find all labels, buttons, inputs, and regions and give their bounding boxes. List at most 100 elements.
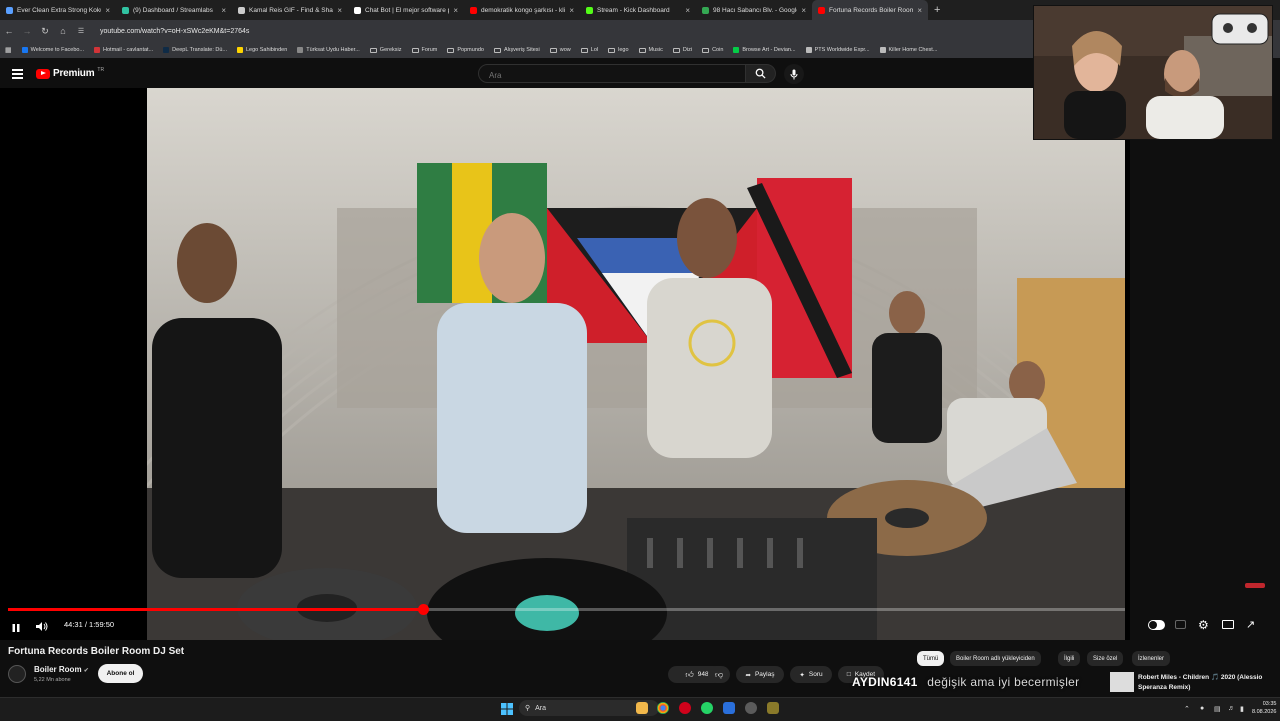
- tab-close-icon[interactable]: ×: [917, 6, 922, 15]
- settings-gear-icon[interactable]: ⚙: [1198, 618, 1209, 632]
- clock-date: 8.08.2026: [1252, 709, 1277, 715]
- apps-grid-icon[interactable]: ▦: [0, 46, 17, 54]
- thumbs-up-icon: 👍︎: [685, 669, 694, 679]
- browser-tab[interactable]: Kamal Reis GIF - Find & Share o ×: [232, 0, 348, 20]
- home-icon[interactable]: ⌂: [54, 26, 72, 36]
- bookmark-label: Music: [648, 47, 663, 53]
- tab-close-icon[interactable]: ×: [221, 6, 226, 15]
- bookmark-label: Alışveriş Sitesi: [504, 47, 540, 53]
- tab-close-icon[interactable]: ×: [685, 6, 690, 15]
- search-input[interactable]: [487, 70, 731, 81]
- bookmark-item[interactable]: wow: [545, 47, 576, 53]
- taskbar-clock[interactable]: 03:35 8.08.2026: [1252, 700, 1276, 716]
- obs-icon[interactable]: [745, 702, 757, 714]
- battery-icon[interactable]: ▮: [1240, 705, 1244, 713]
- webcam-overlay: [1033, 5, 1273, 140]
- bookmark-item[interactable]: DeepL Translate: Dü...: [158, 47, 232, 53]
- tray-chevron-icon[interactable]: ⌃: [1184, 705, 1190, 713]
- reload-icon[interactable]: ↻: [36, 26, 54, 37]
- browser-tab[interactable]: (9) Dashboard / Streamlabs ×: [116, 0, 232, 20]
- network-icon[interactable]: ▤: [1214, 705, 1221, 713]
- pause-icon: [12, 624, 20, 632]
- tab-favicon-icon: [122, 6, 129, 14]
- bookmark-item[interactable]: Popmundo: [442, 47, 489, 53]
- whatsapp-icon[interactable]: [701, 702, 713, 714]
- tab-title: Stream - Kick Dashboard: [597, 6, 670, 14]
- file-explorer-icon[interactable]: [636, 702, 648, 714]
- browser-tab[interactable]: Chat Bot | El mejor software pa ×: [348, 0, 464, 20]
- windows-start-icon[interactable]: [501, 702, 513, 720]
- scrubber-handle[interactable]: [418, 604, 429, 615]
- new-tab-button[interactable]: +: [928, 4, 946, 16]
- bookmark-item[interactable]: Forum: [407, 47, 443, 53]
- browser-tab[interactable]: Stream - Kick Dashboard ×: [580, 0, 696, 20]
- subscribe-watermark-badge[interactable]: [1245, 583, 1265, 588]
- pause-button[interactable]: [11, 620, 21, 638]
- bookmark-item[interactable]: Türksat Uydu Haber...: [292, 47, 365, 53]
- opera-icon[interactable]: [679, 702, 691, 714]
- menu-icon[interactable]: [12, 69, 23, 79]
- bookmark-label: Popmundo: [457, 47, 484, 53]
- tab-close-icon[interactable]: ×: [569, 6, 574, 15]
- youtube-logo[interactable]: Premium TR: [36, 67, 104, 79]
- tab-close-icon[interactable]: ×: [337, 6, 342, 15]
- subscribe-button[interactable]: Abone ol: [98, 664, 143, 683]
- bookmark-item[interactable]: PTS Worldwide Expr...: [801, 47, 875, 53]
- autoplay-toggle-knob: [1149, 621, 1157, 629]
- bookmark-label: Hotmail - cavlantat...: [103, 47, 154, 53]
- bookmark-item[interactable]: Browse Art - Devian...: [728, 47, 800, 53]
- bookmark-item[interactable]: lego: [603, 47, 633, 53]
- browser-tab[interactable]: Ever Clean Extra Strong Kokusu ×: [0, 0, 116, 20]
- browser-tab[interactable]: demokratik kongo şarkısı - klip ×: [464, 0, 580, 20]
- tab-title: demokratik kongo şarkısı - klip: [481, 6, 566, 14]
- subtitles-icon[interactable]: [1175, 620, 1186, 629]
- next-video-title[interactable]: Robert Miles - Children 🎵 2020 (Alessio …: [1138, 673, 1273, 693]
- channel-avatar[interactable]: [8, 665, 26, 683]
- video-title: Fortuna Records Boiler Room DJ Set: [8, 646, 185, 657]
- address-bar-url[interactable]: youtube.com/watch?v=oH-xSWc2eKM&t=2764s: [100, 28, 249, 35]
- tab-close-icon[interactable]: ×: [453, 6, 458, 15]
- browser-tab[interactable]: Fortuna Records Boiler Room D ×: [812, 0, 928, 20]
- search-button[interactable]: [746, 64, 776, 83]
- tab-close-icon[interactable]: ×: [105, 6, 110, 15]
- bookmark-item[interactable]: Dizi: [668, 47, 697, 53]
- back-icon[interactable]: ←: [0, 26, 18, 36]
- dislike-button[interactable]: 👎︎: [708, 666, 730, 683]
- bookmark-item[interactable]: Lego Sahibinden: [232, 47, 292, 53]
- miniplayer-icon[interactable]: [1222, 620, 1234, 629]
- channel-name[interactable]: Boiler Room ✔: [34, 665, 89, 674]
- speaker-icon[interactable]: ♬: [1228, 705, 1235, 712]
- bookmark-item[interactable]: Music: [634, 47, 668, 53]
- bookmark-label: Welcome to Facebo...: [30, 47, 85, 53]
- next-video-thumbnail[interactable]: [1110, 672, 1134, 692]
- bookmark-item[interactable]: Alışveriş Sitesi: [489, 47, 545, 53]
- tab-close-icon[interactable]: ×: [801, 6, 806, 15]
- voice-search-button[interactable]: [784, 64, 804, 84]
- microphone-tray-icon[interactable]: ●: [1200, 705, 1204, 712]
- forward-icon[interactable]: →: [18, 26, 36, 36]
- browser-tab[interactable]: 98 Hacı Sabancı Blv. - Google M ×: [696, 0, 812, 20]
- microphone-icon: [790, 69, 798, 79]
- share-button[interactable]: ➦ Paylaş: [736, 666, 784, 683]
- ask-button[interactable]: ✦ Soru: [790, 666, 832, 683]
- site-info-icon[interactable]: ☰: [72, 27, 90, 35]
- store-icon[interactable]: [723, 702, 735, 714]
- bookmark-item[interactable]: Welcome to Facebo...: [17, 47, 89, 53]
- fullscreen-icon[interactable]: ↗: [1246, 618, 1255, 631]
- bookmark-item[interactable]: Hotmail - cavlantat...: [89, 47, 158, 53]
- bookmark-item[interactable]: Coin: [697, 47, 728, 53]
- app-icon[interactable]: [767, 702, 779, 714]
- filter-chip[interactable]: Tümü: [917, 651, 945, 666]
- video-frame[interactable]: [147, 88, 1125, 640]
- chrome-icon[interactable]: [657, 702, 669, 714]
- bookmark-item[interactable]: Lol: [576, 47, 603, 53]
- filter-chip[interactable]: İlgili: [1058, 651, 1081, 666]
- volume-button[interactable]: [35, 619, 48, 637]
- autoplay-toggle[interactable]: [1148, 620, 1165, 630]
- search-box: [478, 64, 746, 83]
- filter-chip[interactable]: İzlenenler: [1132, 651, 1171, 666]
- filter-chip[interactable]: Boiler Room adlı yükleyiciden: [950, 651, 1041, 666]
- bookmark-item[interactable]: Gereksiz: [365, 47, 407, 53]
- bookmark-item[interactable]: Killer Home Chest...: [875, 47, 943, 53]
- filter-chip[interactable]: Size özel: [1087, 651, 1124, 666]
